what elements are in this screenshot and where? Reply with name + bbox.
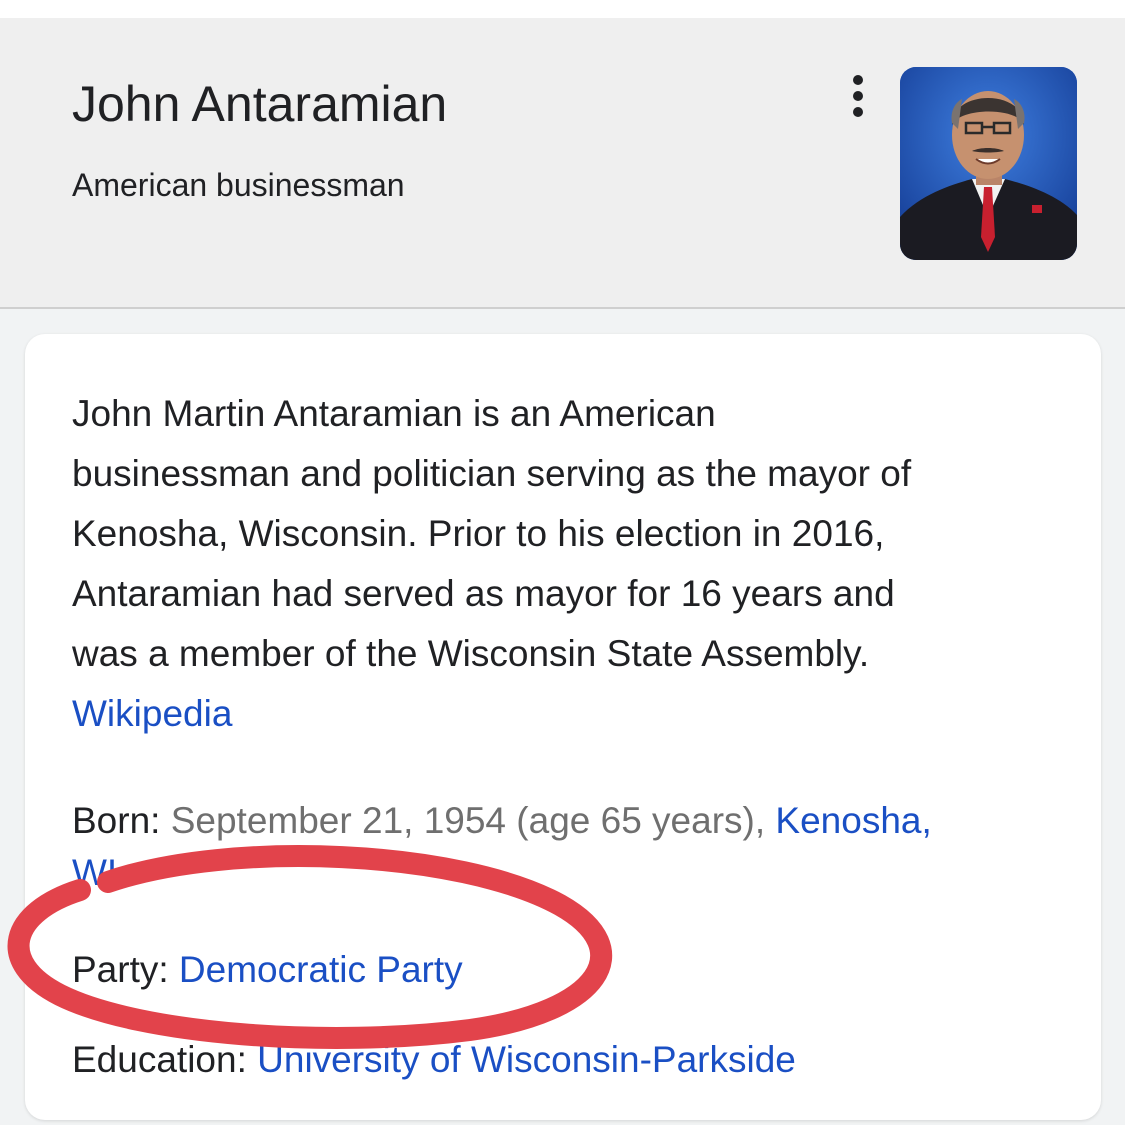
born-place-link[interactable]: Kenosha, [775,800,931,841]
fact-education-label: Education: [72,1039,247,1080]
fact-born-value: September 21, 1954 (age 65 years), [170,800,766,841]
fact-party: Party: Democratic Party [72,944,1082,996]
description-text: John Martin Antaramian is an American bu… [72,393,912,674]
entity-subtitle: American businessman [72,167,405,203]
party-link[interactable]: Democratic Party [179,949,463,990]
entity-photo[interactable] [900,67,1077,260]
wikipedia-source-link[interactable]: Wikipedia [72,693,232,734]
more-vert-icon [853,75,863,117]
fact-born: Born: September 21, 1954 (age 65 years),… [72,795,1082,891]
fact-education: Education: University of Wisconsin-Parks… [72,1034,1082,1086]
fact-born-label: Born: [72,800,161,841]
portrait-image [900,67,1077,260]
more-options-button[interactable] [838,72,878,120]
education-link[interactable]: University of Wisconsin-Parkside [257,1039,796,1080]
entity-description: John Martin Antaramian is an American bu… [72,384,1072,744]
top-strip [0,0,1125,18]
entity-title: John Antaramian [72,76,448,132]
fact-party-label: Party: [72,949,169,990]
born-place-link-line2[interactable]: WI [72,847,1082,891]
